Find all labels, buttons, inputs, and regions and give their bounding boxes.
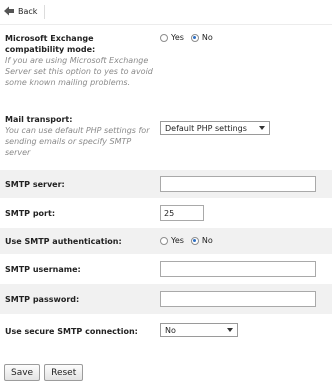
smtp-auth-yes-radio[interactable] bbox=[160, 236, 168, 245]
smtp-server-row: SMTP server: bbox=[0, 170, 332, 198]
smtp-auth-radio-group: Yes No bbox=[160, 236, 217, 245]
back-arrow-icon bbox=[4, 6, 14, 16]
divider bbox=[44, 5, 45, 19]
chevron-down-icon bbox=[259, 126, 265, 130]
smtp-username-input[interactable] bbox=[160, 261, 316, 277]
exchange-yes-label: Yes bbox=[171, 33, 184, 42]
back-label: Back bbox=[18, 6, 38, 16]
smtp-server-label: SMTP server: bbox=[5, 180, 65, 189]
smtp-port-row: SMTP port: bbox=[0, 198, 332, 228]
smtp-auth-no-radio[interactable] bbox=[190, 236, 199, 245]
exchange-no-label: No bbox=[201, 33, 213, 42]
smtp-port-input[interactable] bbox=[160, 205, 204, 221]
secure-label: Use secure SMTP connection: bbox=[5, 327, 138, 336]
smtp-auth-label: Use SMTP authentication: bbox=[5, 237, 122, 246]
smtp-password-row: SMTP password: bbox=[0, 284, 332, 314]
smtp-password-input[interactable] bbox=[160, 291, 316, 307]
transport-row: Mail transport: You can use default PHP … bbox=[0, 110, 332, 170]
exchange-row: Microsoft Exchange compatibility mode: I… bbox=[0, 25, 332, 110]
smtp-username-label: SMTP username: bbox=[5, 265, 81, 274]
reset-button[interactable]: Reset bbox=[44, 364, 84, 381]
transport-select-value: Default PHP settings bbox=[165, 123, 247, 133]
exchange-no-radio[interactable] bbox=[190, 33, 199, 42]
smtp-server-input[interactable] bbox=[160, 176, 316, 192]
exchange-label: Microsoft Exchange compatibility mode: bbox=[5, 34, 96, 54]
secure-select-value: No bbox=[165, 325, 176, 335]
form-actions: Save Reset bbox=[4, 364, 84, 381]
exchange-yes-radio[interactable] bbox=[160, 33, 168, 42]
save-button[interactable]: Save bbox=[4, 364, 41, 381]
smtp-port-label: SMTP port: bbox=[5, 209, 56, 218]
smtp-auth-row: Use SMTP authentication: Yes No bbox=[0, 228, 332, 254]
secure-row: Use secure SMTP connection: No bbox=[0, 314, 332, 346]
secure-select[interactable]: No bbox=[160, 323, 238, 337]
smtp-password-label: SMTP password: bbox=[5, 295, 80, 304]
chevron-down-icon bbox=[227, 328, 233, 332]
exchange-description: If you are using Microsoft Exchange Serv… bbox=[5, 56, 153, 87]
exchange-radio-group: Yes No bbox=[160, 33, 217, 42]
transport-select[interactable]: Default PHP settings bbox=[160, 121, 270, 135]
transport-description: You can use default PHP settings for sen… bbox=[5, 126, 150, 157]
back-link[interactable]: Back bbox=[4, 6, 37, 16]
transport-label: Mail transport: bbox=[5, 115, 73, 124]
top-bar: Back bbox=[0, 0, 332, 25]
smtp-auth-no-label: No bbox=[201, 236, 213, 245]
smtp-username-row: SMTP username: bbox=[0, 254, 332, 284]
smtp-auth-yes-label: Yes bbox=[171, 236, 184, 245]
